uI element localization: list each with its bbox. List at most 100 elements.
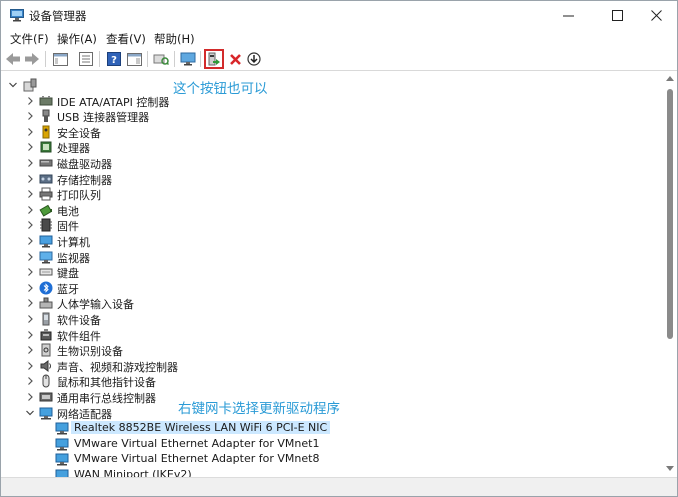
chevron-right-icon[interactable]: [25, 313, 35, 325]
tree-item[interactable]: 磁盘驱动器: [1, 155, 651, 171]
chevron-right-icon[interactable]: [25, 219, 35, 231]
tree-item[interactable]: 固件: [1, 217, 651, 233]
chevron-right-icon[interactable]: [25, 235, 35, 247]
tree-item-label: 存储控制器: [57, 173, 112, 187]
action-pane-button[interactable]: [125, 50, 143, 68]
chevron-right-icon[interactable]: [25, 157, 35, 169]
tree-item[interactable]: IDE ATA/ATAPI 控制器: [1, 93, 651, 109]
close-button[interactable]: [634, 1, 678, 30]
firmware-icon: [40, 218, 52, 232]
chevron-right-icon[interactable]: [25, 391, 35, 403]
vertical-scrollbar[interactable]: [663, 72, 677, 477]
toolbar-separator: [45, 51, 46, 67]
tree-item[interactable]: 生物识别设备: [1, 342, 651, 358]
menu-action[interactable]: 操作(A): [57, 31, 97, 47]
tree-item[interactable]: 监视器: [1, 249, 651, 265]
window-title: 设备管理器: [29, 9, 87, 23]
menu-file[interactable]: 文件(F): [10, 31, 49, 47]
forward-button[interactable]: [23, 50, 41, 68]
tree-item[interactable]: 软件设备: [1, 311, 651, 327]
chevron-right-icon[interactable]: [25, 173, 35, 185]
tree-item-label: 计算机: [57, 235, 90, 249]
chevron-right-icon[interactable]: [25, 329, 35, 341]
tree-item[interactable]: 存储控制器: [1, 171, 651, 187]
back-icon: [6, 53, 20, 65]
menu-view[interactable]: 查看(V): [106, 31, 146, 47]
chevron-down-icon[interactable]: [25, 407, 35, 419]
update-driver-button[interactable]: [204, 49, 224, 69]
title-bar[interactable]: 设备管理器: [1, 1, 677, 30]
minimize-icon: [562, 15, 574, 17]
toolbar-separator: [99, 51, 100, 67]
chevron-right-icon[interactable]: [25, 297, 35, 309]
scroll-up-arrow-icon[interactable]: [666, 76, 674, 81]
uninstall-device-icon: [229, 53, 241, 65]
tree-child-item[interactable]: Realtek 8852BE Wireless LAN WiFi 6 PCI-E…: [1, 420, 651, 436]
network-card-icon: [55, 453, 69, 466]
chevron-right-icon[interactable]: [25, 204, 35, 216]
storage-controller-icon: [39, 174, 53, 183]
uninstall-device-button[interactable]: [226, 50, 244, 68]
status-bar: [1, 477, 677, 496]
scrollbar-thumb[interactable]: [667, 89, 673, 339]
tree-child-item[interactable]: WAN Miniport (IKEv2): [1, 467, 651, 477]
tree-item-label: 处理器: [57, 142, 90, 156]
chevron-right-icon[interactable]: [25, 344, 35, 356]
toolbar-separator: [174, 51, 175, 67]
disable-device-button[interactable]: [245, 50, 263, 68]
tree-item[interactable]: 蓝牙: [1, 280, 651, 296]
tree-child-item[interactable]: VMware Virtual Ethernet Adapter for VMne…: [1, 436, 651, 452]
tree-item[interactable]: 人体学输入设备: [1, 295, 651, 311]
forward-icon: [25, 53, 39, 65]
tree-child-label: WAN Miniport (IKEv2): [74, 467, 192, 477]
network-card-icon: [55, 469, 69, 477]
tree-item-label: USB 连接器管理器: [57, 111, 150, 125]
menu-help[interactable]: 帮助(H): [154, 31, 195, 47]
chevron-right-icon[interactable]: [25, 251, 35, 263]
monitor-display-icon: [39, 251, 53, 263]
tree-child-item[interactable]: VMware Virtual Ethernet Adapter for VMne…: [1, 451, 651, 467]
chevron-right-icon[interactable]: [25, 375, 35, 387]
chevron-right-icon[interactable]: [25, 360, 35, 372]
tree-item[interactable]: 处理器: [1, 139, 651, 155]
tree-item[interactable]: 鼠标和其他指针设备: [1, 373, 651, 389]
monitor-icon: [180, 52, 196, 66]
show-hide-console-icon: [52, 52, 68, 66]
tree-child-label: VMware Virtual Ethernet Adapter for VMne…: [74, 452, 320, 466]
tree-item[interactable]: 软件组件: [1, 327, 651, 343]
device-manager-app-icon: [10, 9, 24, 22]
chevron-right-icon[interactable]: [25, 141, 35, 153]
tree-item[interactable]: 计算机: [1, 233, 651, 249]
tree-item-label: 声音、视频和游戏控制器: [57, 360, 178, 374]
scroll-down-arrow-icon[interactable]: [666, 466, 674, 471]
tree-item-label: IDE ATA/ATAPI 控制器: [57, 95, 170, 109]
tree-item[interactable]: USB 连接器管理器: [1, 108, 651, 124]
chevron-right-icon[interactable]: [25, 266, 35, 278]
minimize-button[interactable]: [546, 1, 590, 30]
tree-item-label: 磁盘驱动器: [57, 157, 112, 171]
chevron-right-icon[interactable]: [25, 95, 35, 107]
help-button[interactable]: ?: [105, 50, 123, 68]
tree-item[interactable]: 键盘: [1, 264, 651, 280]
tree-root[interactable]: [1, 77, 651, 93]
network-card-icon: [55, 438, 69, 451]
show-hide-console-button[interactable]: [51, 50, 69, 68]
chevron-down-icon[interactable]: [8, 79, 18, 91]
printer-icon: [39, 187, 53, 201]
tree-item-label: 监视器: [57, 251, 90, 265]
chevron-right-icon[interactable]: [25, 110, 35, 122]
tree-item[interactable]: 声音、视频和游戏控制器: [1, 358, 651, 374]
properties-button[interactable]: [77, 50, 95, 68]
chevron-right-icon[interactable]: [25, 282, 35, 294]
tree-item[interactable]: 电池: [1, 202, 651, 218]
maximize-button[interactable]: [595, 1, 639, 30]
chevron-right-icon[interactable]: [25, 126, 35, 138]
scan-hardware-button[interactable]: [152, 50, 170, 68]
computer-monitor-icon: [39, 235, 53, 248]
software-component-icon: [40, 328, 52, 340]
back-button[interactable]: [4, 50, 22, 68]
tree-item[interactable]: 打印队列: [1, 186, 651, 202]
monitor-button[interactable]: [179, 50, 197, 68]
chevron-right-icon[interactable]: [25, 188, 35, 200]
tree-item[interactable]: 安全设备: [1, 124, 651, 140]
